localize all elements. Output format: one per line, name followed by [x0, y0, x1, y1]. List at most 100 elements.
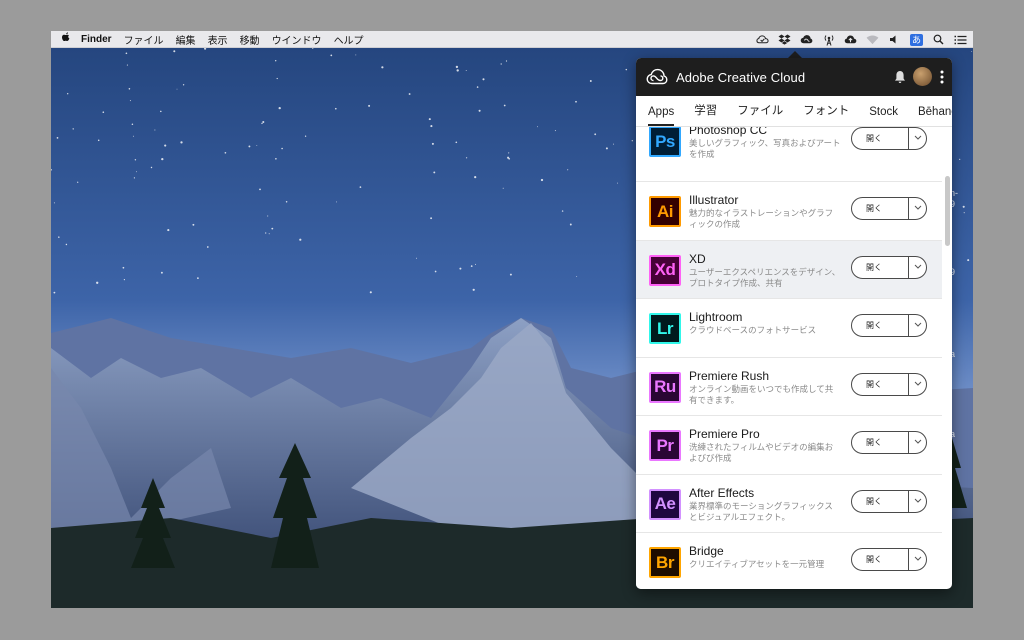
list-icon[interactable] — [954, 33, 967, 46]
br-app-icon: Br — [649, 547, 681, 578]
app-row-lr[interactable]: Lr Lightroom クラウドベースのフォトサービス 開く — [636, 299, 942, 358]
app-name: After Effects — [689, 485, 755, 500]
open-button[interactable]: 開く — [851, 197, 927, 220]
app-row-pr[interactable]: Pr Premiere Pro 洗練されたフィルムやビデオの編集およびび作成 開く — [636, 416, 942, 475]
app-row-ru[interactable]: Ru Premiere Rush オンライン動画をいつでも作成して共有できます。 開く — [636, 357, 942, 416]
cloud-check-icon[interactable] — [756, 33, 769, 46]
app-description: 魅力的なイラストレーションやグラフィックの作成 — [689, 208, 834, 229]
open-button[interactable]: 開く — [851, 372, 927, 396]
open-button[interactable]: 開く — [851, 548, 927, 571]
tab-files[interactable]: ファイル — [737, 102, 783, 126]
chevron-down-icon[interactable] — [909, 439, 926, 446]
app-name: Bridge — [689, 544, 724, 558]
app-icon-label: Ae — [654, 494, 676, 513]
open-button-label: 開く — [866, 379, 882, 389]
app-row-ae[interactable]: Ae After Effects 業界標準のモーショングラフィックスとビジュアルエフ… — [636, 474, 942, 533]
app-icon-label: Lr — [657, 318, 674, 338]
open-button[interactable]: 開く — [851, 314, 927, 337]
app-description: クラウドベースのフォトサービス — [689, 325, 817, 335]
app-description: オンライン動画をいつでも作成して共有できます。 — [689, 383, 834, 405]
creative-cloud-panel: Adobe Creative Cloud Apps 学習 ファイル フォント S… — [636, 58, 952, 589]
app-name: Premiere Pro — [689, 427, 760, 441]
menu-edit[interactable]: 編集 — [176, 32, 204, 47]
app-description: 業界標準のモーショングラフィックスとビジュアルエフェクト。 — [689, 500, 833, 522]
chevron-down-icon[interactable] — [909, 264, 926, 271]
bell-icon[interactable] — [894, 70, 906, 84]
app-icon-label: Pr — [656, 435, 674, 455]
chevron-down-icon[interactable] — [909, 205, 926, 212]
tab-learn[interactable]: 学習 — [694, 102, 717, 126]
menu-file[interactable]: ファイル — [124, 32, 172, 47]
chevron-down-icon[interactable] — [909, 381, 926, 388]
lr-app-icon: Lr — [649, 313, 681, 344]
open-button[interactable]: 開く — [851, 255, 927, 279]
ps-app-icon: Ps — [649, 127, 681, 157]
panel-header: Adobe Creative Cloud — [636, 58, 952, 96]
open-button-label: 開く — [866, 496, 882, 506]
tab-apps[interactable]: Apps — [648, 106, 675, 126]
chevron-down-icon[interactable] — [909, 135, 926, 142]
chevron-down-icon[interactable] — [909, 498, 926, 505]
creative-cloud-icon[interactable] — [800, 33, 813, 46]
dropbox-icon[interactable] — [778, 33, 791, 46]
tab-stock[interactable]: Stock — [869, 106, 898, 126]
chevron-down-icon[interactable] — [909, 322, 926, 329]
menu-go[interactable]: 移動 — [240, 32, 268, 47]
ae-app-icon: Ae — [649, 488, 681, 520]
app-description: 美しいグラフィック、写真およびアートを作成 — [689, 138, 841, 159]
open-button-label: 開く — [866, 204, 882, 213]
menu-view[interactable]: 表示 — [208, 32, 236, 47]
status-tray: あ — [756, 31, 967, 48]
app-icon-label: Ru — [654, 377, 676, 396]
app-name: Photoshop CC — [689, 127, 768, 137]
app-row-ai[interactable]: Ai Illustrator 魅力的なイラストレーションやグラフィックの作成 開く — [636, 182, 942, 241]
avatar[interactable] — [913, 67, 932, 86]
tab-fonts[interactable]: フォント — [803, 102, 849, 126]
apple-logo-icon[interactable] — [51, 32, 81, 46]
menu-bar: Finder ファイル 編集 表示 移動 ウインドウ ヘルプ あ — [51, 31, 973, 48]
antenna-icon[interactable] — [822, 33, 835, 46]
scrollbar[interactable] — [945, 176, 950, 246]
creative-cloud-logo-icon — [646, 68, 668, 85]
app-icon-label: Xd — [654, 260, 676, 279]
app-list: Ps Photoshop CC 美しいグラフィック、写真およびアートを作成 開く Ai I… — [636, 127, 942, 589]
menu-help[interactable]: ヘルプ — [334, 32, 372, 47]
app-icon-label: Ps — [655, 131, 675, 151]
app-description: 洗練されたフィルムやビデオの編集およびび作成 — [689, 442, 834, 463]
chevron-down-icon[interactable] — [909, 556, 926, 563]
app-row-ps[interactable]: Ps Photoshop CC 美しいグラフィック、写真およびアートを作成 開く — [636, 127, 942, 182]
more-options-icon[interactable] — [940, 69, 944, 85]
app-name: Premiere Rush — [689, 368, 770, 383]
volume-icon[interactable] — [888, 33, 901, 46]
app-name: XD — [689, 251, 706, 266]
ai-app-icon: Ai — [649, 196, 681, 227]
panel-title: Adobe Creative Cloud — [676, 69, 806, 85]
open-button-label: 開く — [866, 555, 882, 564]
menu-finder[interactable]: Finder — [81, 34, 120, 45]
open-button-label: 開く — [866, 262, 882, 272]
open-button[interactable]: 開く — [851, 489, 927, 513]
ru-app-icon: Ru — [649, 371, 681, 403]
panel-tabs: Apps 学習 ファイル フォント Stock Bēhance — [636, 96, 952, 127]
app-name: Lightroom — [689, 310, 743, 324]
cloud-upload-icon[interactable] — [844, 33, 857, 46]
app-row-xd[interactable]: Xd XD ユーザーエクスペリエンスをデザイン、プロトタイプ作成、共有 開く — [636, 240, 942, 299]
open-button-label: 開く — [866, 438, 882, 447]
app-row-br[interactable]: Br Bridge クリエイティブアセットを一元管理 開く — [636, 533, 942, 589]
app-icon-label: Br — [656, 552, 674, 572]
xd-app-icon: Xd — [649, 254, 681, 286]
app-icon-label: Ai — [657, 201, 674, 221]
open-button-label: 開く — [866, 321, 882, 330]
menu-window[interactable]: ウインドウ — [272, 32, 330, 47]
app-description: クリエイティブアセットを一元管理 — [689, 559, 825, 569]
open-button[interactable]: 開く — [851, 127, 927, 150]
input-method-icon[interactable]: あ — [910, 33, 923, 46]
app-description: ユーザーエクスペリエンスをデザイン、プロトタイプ作成、共有 — [689, 266, 841, 288]
app-name: Illustrator — [689, 193, 739, 207]
open-button[interactable]: 開く — [851, 431, 927, 454]
search-icon[interactable] — [932, 33, 945, 46]
pr-app-icon: Pr — [649, 430, 681, 461]
open-button-label: 開く — [866, 134, 882, 143]
wifi-icon[interactable] — [866, 33, 879, 46]
tab-behance[interactable]: Bēhance — [918, 106, 952, 126]
